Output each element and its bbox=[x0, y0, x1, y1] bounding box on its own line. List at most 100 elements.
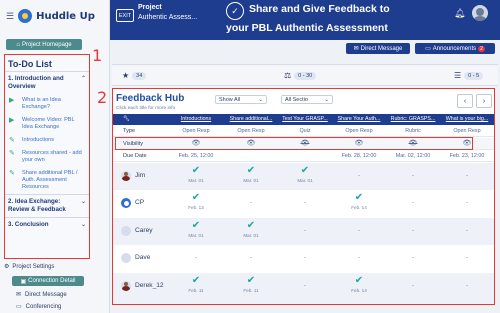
empty-cell: - bbox=[412, 283, 414, 289]
student-name[interactable]: Carey bbox=[135, 227, 153, 234]
student-name[interactable]: CP bbox=[135, 199, 144, 206]
todo-item-label: What is an Idea Exchange? bbox=[22, 97, 61, 110]
column-header[interactable]: Test Your GRASP... bbox=[278, 116, 332, 122]
check-icon[interactable]: ✔ bbox=[169, 221, 223, 231]
section-idea-exchange[interactable]: 2. Idea Exchange: Review & Feedback ⌄ bbox=[5, 194, 89, 217]
submission-date: Feb. 14 bbox=[351, 288, 367, 293]
empty-cell: - bbox=[250, 255, 252, 261]
bell-icon[interactable]: 🔔︎ bbox=[454, 8, 465, 19]
submission-date: Feb. 11 bbox=[243, 288, 259, 293]
empty-cell: - bbox=[304, 200, 306, 206]
stat-bar: ★ 34 ⚖ 0 - 30 ☰ 0 - 5 bbox=[112, 64, 498, 86]
check-icon[interactable]: ✔ bbox=[332, 193, 386, 203]
student-name[interactable]: Derek_12 bbox=[135, 282, 164, 289]
check-icon[interactable]: ✔ bbox=[169, 276, 223, 286]
check-icon[interactable]: ✔ bbox=[169, 193, 223, 203]
header: EXIT Project Authentic Assess... ✓ Share… bbox=[110, 0, 500, 40]
todo-item-idea-exchange[interactable]: ▶ What is an Idea Exchange? bbox=[5, 94, 89, 114]
annotation-2: 2 bbox=[97, 88, 108, 107]
home-icon: ⌂ bbox=[16, 41, 20, 48]
section-conclusion[interactable]: 3. Conclusion ⌄ bbox=[5, 217, 89, 232]
announcements-button[interactable]: ▭ Announcements 2 bbox=[415, 43, 495, 54]
announcements-count-badge: 2 bbox=[478, 45, 485, 52]
todo-item-share-resources[interactable]: ✎ Share additional PBL / Auth. Assessmen… bbox=[5, 167, 89, 194]
link-icon: ✎ bbox=[9, 150, 15, 157]
check-icon[interactable]: ✔ bbox=[224, 221, 278, 231]
next-page-button[interactable]: › bbox=[476, 94, 492, 108]
list-count: 0 - 5 bbox=[464, 71, 484, 80]
score-range: 0 - 30 bbox=[294, 71, 317, 80]
project-settings-link[interactable]: ⚙ Project Settings bbox=[4, 263, 54, 271]
exit-button[interactable]: EXIT bbox=[116, 9, 134, 22]
empty-cell: - bbox=[466, 228, 468, 234]
direct-message-button[interactable]: ✉ Direct Message bbox=[346, 43, 410, 54]
connection-detail-button[interactable]: ▣ Connection Detail bbox=[12, 276, 84, 286]
todo-item-label: Introductions bbox=[22, 137, 55, 143]
submission-date: Mar. 01 bbox=[243, 233, 259, 238]
project-name: Authentic Assess... bbox=[138, 14, 198, 21]
conferencing-link[interactable]: ▭ Conferencing bbox=[16, 303, 62, 311]
brand-name: Huddle Up bbox=[36, 10, 95, 22]
monitor-icon: ▭ bbox=[425, 46, 431, 52]
avatar[interactable] bbox=[472, 5, 488, 21]
submission-date: Mar. 01 bbox=[188, 233, 204, 238]
column-header[interactable]: Rubric: GRASPS... bbox=[386, 116, 440, 122]
due-date-row-label: Due Date bbox=[123, 153, 147, 159]
conferencing-label: Conferencing bbox=[25, 303, 62, 310]
todo-item-introductions[interactable]: ✎ Introductions bbox=[5, 134, 89, 147]
chevron-down-icon[interactable]: ⌄ bbox=[81, 198, 86, 214]
page-title-line2: your PBL Authentic Assessment bbox=[226, 22, 388, 34]
type-cell: Open Resp bbox=[182, 128, 210, 134]
submission-date: Mar. 01 bbox=[188, 178, 204, 183]
chevron-down-icon[interactable]: ⌄ bbox=[81, 221, 86, 229]
score-stat: ⚖ 0 - 30 bbox=[284, 71, 317, 80]
column-header[interactable]: Share Your Auth... bbox=[332, 116, 386, 122]
submission-date: Mar. 01 bbox=[297, 178, 313, 183]
type-cell: Rubric bbox=[405, 128, 421, 134]
prev-page-button[interactable]: ‹ bbox=[457, 94, 473, 108]
check-icon[interactable]: ✔ bbox=[224, 166, 278, 176]
section-filter-select[interactable]: All Sectio ⌄ bbox=[281, 95, 333, 104]
show-filter-select[interactable]: Show All ⌄ bbox=[215, 95, 267, 104]
direct-message-link[interactable]: ✉ Direct Message bbox=[16, 291, 67, 299]
page-title-line1: Share and Give Feedback to bbox=[249, 3, 390, 15]
link-icon: ✎ bbox=[9, 137, 15, 144]
student-name[interactable]: Jim bbox=[135, 172, 145, 179]
gear-icon: ⚙ bbox=[4, 264, 10, 270]
empty-cell: - bbox=[412, 200, 414, 206]
chevron-right-icon: › bbox=[482, 97, 486, 105]
todo-item-label: Resources shared - add your own bbox=[22, 150, 82, 163]
check-icon[interactable]: ✔ bbox=[169, 166, 223, 176]
visibility-highlight bbox=[115, 137, 473, 150]
hub-title: Feedback Hub bbox=[116, 93, 185, 104]
video-camera-icon: ▭ bbox=[16, 304, 22, 310]
check-icon[interactable]: ✔ bbox=[224, 276, 278, 286]
type-cell: Open Resp bbox=[453, 128, 481, 134]
list-icon: ☰ bbox=[454, 71, 462, 80]
check-icon[interactable]: ✔ bbox=[332, 276, 386, 286]
empty-cell: - bbox=[466, 255, 468, 261]
column-header[interactable]: Share additional... bbox=[224, 116, 278, 122]
feedback-hub: Feedback Hub Click each title for more i… bbox=[112, 88, 495, 305]
empty-cell: - bbox=[466, 283, 468, 289]
avatar bbox=[121, 281, 131, 291]
connection-icon: ▣ bbox=[20, 278, 27, 285]
todo-item-welcome-video[interactable]: ▶ Welcome Video: PBL Idea Exchange bbox=[5, 114, 89, 134]
chevron-up-icon[interactable]: ⌃ bbox=[81, 75, 86, 91]
check-icon[interactable]: ✔ bbox=[278, 166, 332, 176]
project-homepage-button[interactable]: ⌂ Project Homepage bbox=[6, 39, 82, 50]
message-icon: ✉ bbox=[353, 46, 359, 52]
chevron-down-icon: ⌄ bbox=[324, 96, 329, 103]
column-header[interactable]: Introductions bbox=[169, 116, 223, 122]
student-name[interactable]: Dave bbox=[135, 254, 150, 261]
due-date-cell: Feb. 23, 12:00 bbox=[449, 153, 485, 159]
type-row-label: Type bbox=[123, 128, 136, 134]
empty-cell: - bbox=[412, 228, 414, 234]
menu-icon[interactable]: ☰ bbox=[6, 11, 14, 22]
column-header[interactable]: What is your big... bbox=[440, 116, 494, 122]
section-intro[interactable]: 1. Introduction and Overview ⌃ bbox=[5, 72, 89, 94]
todo-item-resources[interactable]: ✎ Resources shared - add your own bbox=[5, 147, 89, 167]
chevron-down-icon: ⌄ bbox=[258, 96, 263, 103]
type-cell: Open Resp bbox=[237, 128, 265, 134]
project-homepage-label: Project Homepage bbox=[21, 41, 72, 48]
